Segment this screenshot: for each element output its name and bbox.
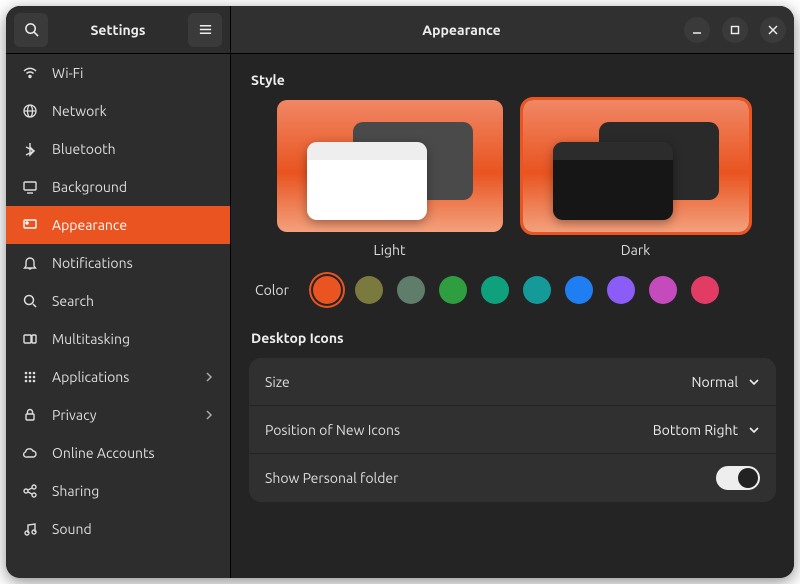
- sidebar: Wi-Fi Network Bluetooth Background Appearanc…: [6, 54, 231, 578]
- sidebar-item-label: Bluetooth: [52, 141, 116, 157]
- settings-window: Settings Appearance Wi-Fi Network Bluetoot…: [6, 6, 794, 578]
- sidebar-item-label: Background: [52, 179, 127, 195]
- cloud-icon: [22, 445, 38, 461]
- titlebar: Settings Appearance: [6, 6, 794, 54]
- position-row[interactable]: Position of New Icons Bottom Right: [249, 406, 776, 454]
- multitask-icon: [22, 331, 38, 347]
- sidebar-item-label: Wi-Fi: [52, 65, 83, 81]
- personal-folder-label: Show Personal folder: [265, 470, 398, 486]
- sidebar-item-sharing[interactable]: Sharing: [6, 472, 230, 510]
- sidebar-item-appearance[interactable]: Appearance: [6, 206, 230, 244]
- desktop-icons-heading: Desktop Icons: [251, 330, 776, 346]
- style-label-light: Light: [373, 242, 405, 258]
- style-option-dark[interactable]: Dark: [523, 100, 749, 258]
- search-icon: [24, 22, 39, 37]
- size-label: Size: [265, 374, 290, 390]
- style-label-dark: Dark: [621, 242, 650, 258]
- appearance-icon: [22, 217, 38, 233]
- light-preview: [277, 100, 503, 232]
- color-label: Color: [255, 282, 297, 298]
- dark-preview: [523, 100, 749, 232]
- color-swatch-8[interactable]: [649, 276, 677, 304]
- position-label: Position of New Icons: [265, 422, 400, 438]
- grid-icon: [22, 369, 38, 385]
- sidebar-item-label: Appearance: [52, 217, 127, 233]
- size-value: Normal: [692, 374, 738, 390]
- titlebar-right: Appearance: [231, 6, 794, 53]
- sidebar-item-label: Notifications: [52, 255, 133, 271]
- page-title: Appearance: [239, 22, 684, 38]
- style-option-light[interactable]: Light: [277, 100, 503, 258]
- sidebar-item-label: Applications: [52, 369, 129, 385]
- color-swatch-4[interactable]: [481, 276, 509, 304]
- style-heading: Style: [251, 72, 776, 88]
- sidebar-item-label: Search: [52, 293, 94, 309]
- sidebar-item-label: Sharing: [52, 483, 99, 499]
- window-body: Wi-Fi Network Bluetooth Background Appearanc…: [6, 54, 794, 578]
- color-swatch-3[interactable]: [439, 276, 467, 304]
- chevron-right-icon: [204, 410, 214, 420]
- sidebar-item-multitasking[interactable]: Multitasking: [6, 320, 230, 358]
- color-swatch-6[interactable]: [565, 276, 593, 304]
- titlebar-left: Settings: [6, 6, 231, 53]
- chevron-down-icon: [748, 424, 760, 436]
- display-icon: [22, 179, 38, 195]
- sidebar-item-label: Sound: [52, 521, 92, 537]
- lock-icon: [22, 407, 38, 423]
- sidebar-item-online-accounts[interactable]: Online Accounts: [6, 434, 230, 472]
- color-swatch-2[interactable]: [397, 276, 425, 304]
- sidebar-item-network[interactable]: Network: [6, 92, 230, 130]
- wifi-icon: [22, 65, 38, 81]
- color-row: Color: [255, 276, 770, 304]
- share-icon: [22, 483, 38, 499]
- sidebar-item-search[interactable]: Search: [6, 282, 230, 320]
- desktop-icons-group: Size Normal Position of New Icons Bottom…: [249, 358, 776, 502]
- main-panel: Style Light Dark Color Desktop Icons Siz…: [231, 54, 794, 578]
- minimize-icon: [692, 25, 702, 35]
- hamburger-menu-button[interactable]: [188, 13, 222, 47]
- personal-folder-switch[interactable]: [716, 466, 760, 490]
- close-icon: [768, 25, 778, 35]
- sidebar-item-label: Online Accounts: [52, 445, 155, 461]
- sidebar-item-label: Multitasking: [52, 331, 130, 347]
- color-swatch-1[interactable]: [355, 276, 383, 304]
- color-swatch-7[interactable]: [607, 276, 635, 304]
- hamburger-icon: [198, 22, 213, 37]
- color-swatch-0[interactable]: [313, 276, 341, 304]
- color-swatches: [313, 276, 719, 304]
- music-icon: [22, 521, 38, 537]
- personal-folder-row: Show Personal folder: [249, 454, 776, 502]
- sidebar-item-notifications[interactable]: Notifications: [6, 244, 230, 282]
- maximize-button[interactable]: [722, 17, 748, 43]
- sidebar-title: Settings: [48, 22, 188, 38]
- color-swatch-5[interactable]: [523, 276, 551, 304]
- sidebar-item-label: Privacy: [52, 407, 96, 423]
- close-button[interactable]: [760, 17, 786, 43]
- minimize-button[interactable]: [684, 17, 710, 43]
- sidebar-item-background[interactable]: Background: [6, 168, 230, 206]
- sidebar-item-label: Network: [52, 103, 107, 119]
- window-controls: [684, 17, 786, 43]
- search-button[interactable]: [14, 13, 48, 47]
- sidebar-item-sound[interactable]: Sound: [6, 510, 230, 548]
- chevron-down-icon: [748, 376, 760, 388]
- style-options: Light Dark: [253, 100, 772, 258]
- sidebar-item-applications[interactable]: Applications: [6, 358, 230, 396]
- color-swatch-9[interactable]: [691, 276, 719, 304]
- sidebar-item-bluetooth[interactable]: Bluetooth: [6, 130, 230, 168]
- sidebar-item-privacy[interactable]: Privacy: [6, 396, 230, 434]
- sidebar-item-wi-fi[interactable]: Wi-Fi: [6, 54, 230, 92]
- maximize-icon: [730, 25, 740, 35]
- position-value: Bottom Right: [653, 422, 738, 438]
- search-icon: [22, 293, 38, 309]
- bell-icon: [22, 255, 38, 271]
- bluetooth-icon: [22, 141, 38, 157]
- size-row[interactable]: Size Normal: [249, 358, 776, 406]
- globe-icon: [22, 103, 38, 119]
- chevron-right-icon: [204, 372, 214, 382]
